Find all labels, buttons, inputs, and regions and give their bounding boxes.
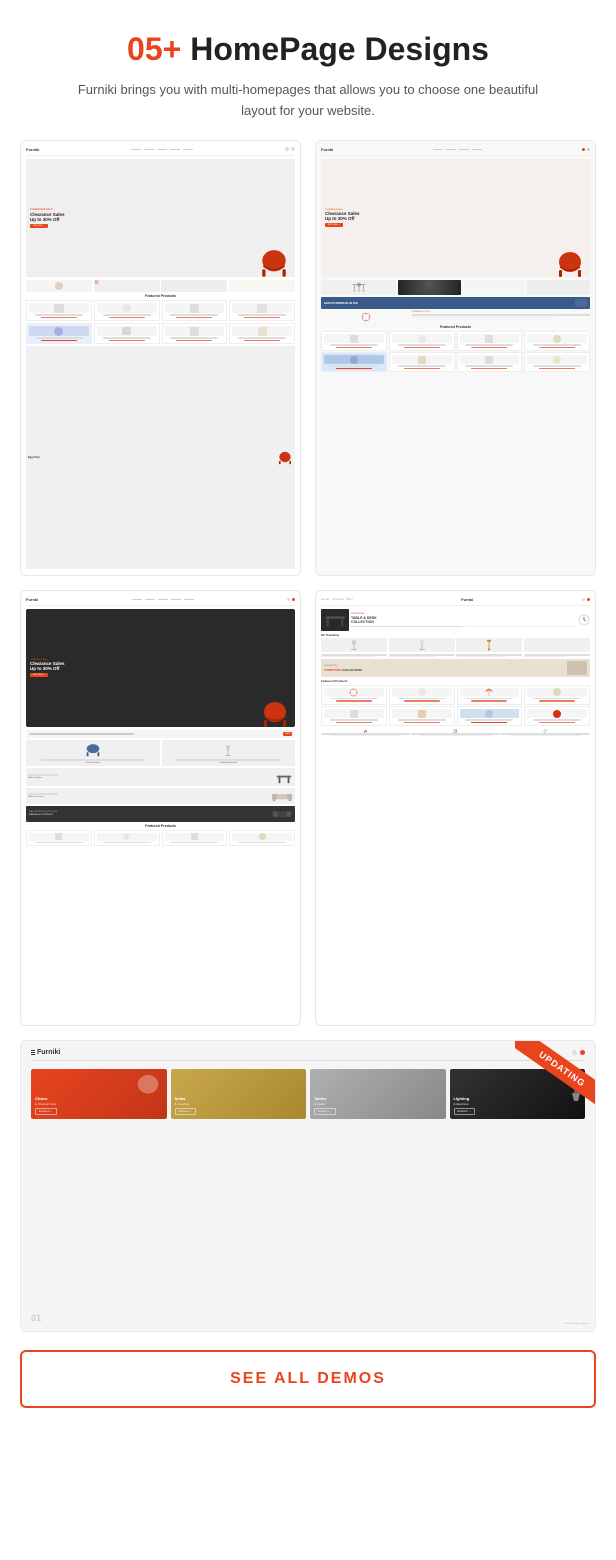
- demo-preview-5: UPDATING Furniki: [21, 1041, 595, 1331]
- footer-text: ©Furniki. All rights reserved.: [564, 1323, 589, 1325]
- featured-label: Featured Products: [26, 294, 295, 298]
- mock-hero-text-2: CLEARANCE SALE Clearance SalesUp to 30% …: [325, 209, 360, 228]
- mock-header-3: Furnki: [26, 597, 295, 606]
- mock-header-4: Home products Blog Furnki: [321, 597, 590, 606]
- demo-mockup-1: Furniki CLEARANCE SALE Clearance SalesUp…: [21, 141, 300, 575]
- mock-nav: [131, 149, 193, 151]
- mock-logo-2: Furnki: [321, 147, 333, 152]
- page-number: 01: [31, 1313, 41, 1323]
- mock-header-2: Furnki: [321, 147, 590, 156]
- demo-mockup-2: Furnki CLEARANCE SALE Clearance SalesUp …: [316, 141, 595, 575]
- mock-logo-3: Furnki: [26, 597, 38, 602]
- cat-sofas-sub: & Couches: [175, 1102, 197, 1106]
- mock-header-5: Furniki: [31, 1049, 585, 1061]
- title-rest: HomePage Designs: [181, 31, 489, 67]
- updating-badge: UPDATING: [515, 1041, 595, 1109]
- mock-logo-5: Furniki: [31, 1049, 60, 1056]
- demo-preview-2: Furnki CLEARANCE SALE Clearance SalesUp …: [316, 141, 595, 575]
- header-section: 05+ HomePage Designs Furniki brings you …: [68, 30, 548, 122]
- page-subtitle: Furniki brings you with multi-homepages …: [68, 80, 548, 122]
- demos-grid: Furniki CLEARANCE SALE Clearance SalesUp…: [20, 140, 596, 1026]
- demo-card-4[interactable]: Home products Blog Furnki: [315, 590, 596, 1026]
- demo-card-3[interactable]: Furnki CLEARANCE SALE Clearance SalesUp …: [20, 590, 301, 1026]
- demo-mockup-4: Home products Blog Furnki: [316, 591, 595, 1025]
- see-all-demos-label: SEE ALL DEMOS: [230, 1370, 386, 1388]
- mock-categories: Chairs & Ottoman Sets Explore it →: [31, 1069, 585, 1119]
- demo-preview-4: Home products Blog Furnki: [316, 591, 595, 1025]
- demo-card-1[interactable]: Furniki CLEARANCE SALE Clearance SalesUp…: [20, 140, 301, 576]
- cat-tables: Tables & Desks Explore it →: [310, 1069, 446, 1119]
- demo-mockup-5: Furniki Chairs & Ottoman Sets Explore it…: [21, 1041, 595, 1331]
- cat-lighting-btn: Explore it →: [454, 1108, 476, 1115]
- cat-sofas-btn: Explore it →: [175, 1108, 197, 1115]
- demo-preview-3: Furnki CLEARANCE SALE Clearance SalesUp …: [21, 591, 300, 1025]
- cat-chairs-sub: & Ottoman Sets: [35, 1102, 57, 1106]
- mock-nav-2: [433, 149, 482, 151]
- title-accent: 05+: [127, 31, 181, 67]
- mock-hero-dark-text: CLEARANCE SALE Clearance SalesUp to 30% …: [30, 659, 65, 678]
- cat-tables-sub: & Desks: [314, 1102, 336, 1106]
- cat-chairs-btn: Explore it →: [35, 1108, 57, 1115]
- cat-chairs: Chairs & Ottoman Sets Explore it →: [31, 1069, 167, 1119]
- mock-logo: Furniki: [26, 147, 39, 152]
- demo-mockup-3: Furnki CLEARANCE SALE Clearance SalesUp …: [21, 591, 300, 1025]
- mock-hero-text: CLEARANCE SALE Clearance SalesUp to 30% …: [30, 208, 65, 229]
- mock-nav-3: [132, 599, 194, 601]
- demo-card-5[interactable]: UPDATING Furniki: [20, 1040, 596, 1332]
- mock-logo-4: Furnki: [461, 597, 473, 602]
- see-all-demos-button[interactable]: SEE ALL DEMOS: [20, 1350, 596, 1408]
- page-title: 05+ HomePage Designs: [68, 30, 548, 68]
- cat-lighting-sub: & Electrical: [454, 1102, 476, 1106]
- demo-card-2[interactable]: Furnki CLEARANCE SALE Clearance SalesUp …: [315, 140, 596, 576]
- cat-sofas: Sofas & Couches Explore it →: [171, 1069, 307, 1119]
- cat-tables-btn: Explore it →: [314, 1108, 336, 1115]
- mock-header: Furniki: [26, 147, 295, 156]
- demo-preview-1: Furniki CLEARANCE SALE Clearance SalesUp…: [21, 141, 300, 575]
